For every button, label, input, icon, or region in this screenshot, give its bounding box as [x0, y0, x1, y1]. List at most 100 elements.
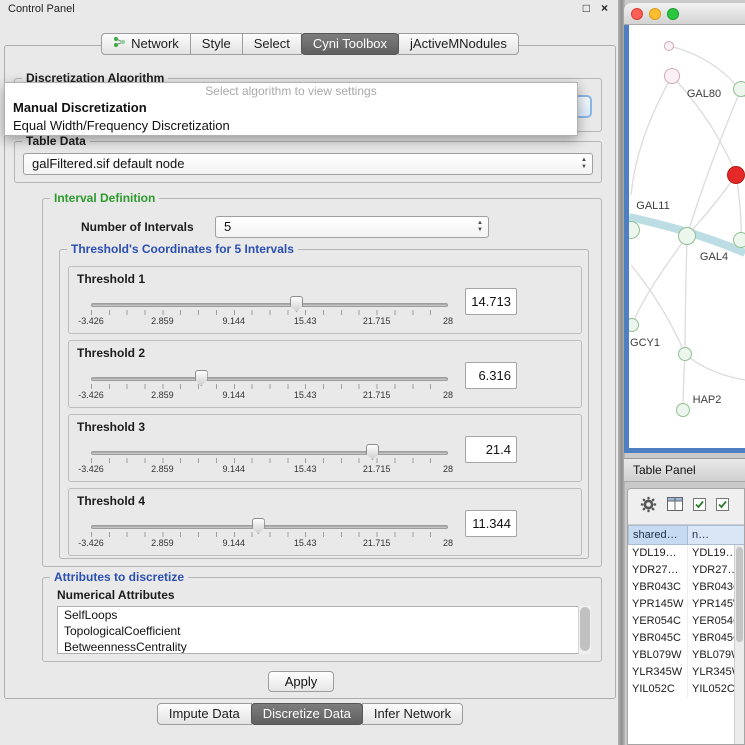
- attribute-list-item[interactable]: SelfLoops: [58, 607, 590, 623]
- number-of-intervals-select[interactable]: 5 ▲▼: [215, 216, 489, 238]
- table-row[interactable]: YBR043CYBR043C: [628, 579, 736, 596]
- network-node[interactable]: [664, 68, 680, 84]
- dropdown-option-equal-width-frequency[interactable]: Equal Width/Frequency Discretization: [5, 117, 577, 135]
- cell-name: YIL052C: [688, 681, 736, 698]
- table-row[interactable]: YBR045CYBR045C: [628, 630, 736, 647]
- node-label: GAL80: [687, 88, 721, 100]
- network-icon: [113, 34, 126, 54]
- tab-style[interactable]: Style: [190, 33, 243, 55]
- table-row[interactable]: YDR27…YDR27…: [628, 562, 736, 579]
- tab-label: Network: [131, 34, 179, 54]
- threshold-1-value-field[interactable]: 14.713: [465, 288, 517, 315]
- numerical-attributes-list[interactable]: SelfLoopsTopologicalCoefficientBetweenne…: [57, 606, 591, 654]
- slider-track[interactable]: [91, 525, 448, 529]
- tick-label: 15.43: [294, 390, 317, 400]
- gear-icon[interactable]: [640, 496, 657, 518]
- table-row[interactable]: YDL19…YDL19…: [628, 545, 736, 562]
- tab-impute-data[interactable]: Impute Data: [157, 703, 252, 725]
- cell-shared-name: YER054C: [628, 613, 688, 630]
- attribute-list-item[interactable]: TopologicalCoefficient: [58, 623, 590, 639]
- apply-button[interactable]: Apply: [268, 671, 334, 692]
- cell-name: YDR27…: [688, 562, 736, 579]
- network-window-titlebar[interactable]: [624, 3, 745, 25]
- network-canvas[interactable]: GAL80GAL11GAL4GCY1HAP2: [629, 25, 745, 448]
- scrollbar-thumb[interactable]: [580, 607, 590, 651]
- network-node[interactable]: [727, 166, 745, 184]
- tab-select[interactable]: Select: [242, 33, 302, 55]
- table-header-row: shared… n…: [628, 525, 745, 545]
- float-window-icon[interactable]: □: [583, 1, 590, 15]
- table-scrollbar[interactable]: [734, 545, 744, 744]
- tick-label: 28: [443, 538, 453, 548]
- slider-ticks: [91, 532, 448, 537]
- table-data-group: Table Data galFiltered.sif default node …: [14, 141, 602, 183]
- network-node[interactable]: [676, 403, 690, 417]
- tab-network[interactable]: Network: [101, 33, 191, 55]
- bottom-tab-bar: Impute Data Discretize Data Infer Networ…: [0, 703, 620, 725]
- table-panel-window: shared… n… YDL19…YDL19…YDR27…YDR27…YBR04…: [627, 488, 745, 745]
- slider-track[interactable]: [91, 377, 448, 381]
- threshold-3-slider[interactable]: -3.4262.8599.14415.4321.71528: [91, 451, 448, 475]
- threshold-4-value-field[interactable]: 11.344: [465, 510, 517, 537]
- tab-jactivemnodules[interactable]: jActiveMNodules: [398, 33, 519, 55]
- slider-track[interactable]: [91, 303, 448, 307]
- select-all-checkbox-icon[interactable]: [693, 498, 706, 516]
- attribute-list-item[interactable]: BetweennessCentrality: [58, 639, 590, 654]
- tick-label: 15.43: [294, 316, 317, 326]
- slider-tick-labels: -3.4262.8599.14415.4321.71528: [91, 538, 448, 549]
- tick-label: 15.43: [294, 538, 317, 548]
- minimize-traffic-light-icon[interactable]: [649, 8, 661, 20]
- tick-label: 15.43: [294, 464, 317, 474]
- column-header-shared-name[interactable]: shared…: [628, 525, 688, 545]
- cell-shared-name: YIL052C: [628, 681, 688, 698]
- zoom-traffic-light-icon[interactable]: [667, 8, 679, 20]
- tick-label: 2.859: [151, 464, 174, 474]
- threshold-2-panel: Threshold 2 -3.4262.8599.14415.4321.7152…: [68, 340, 582, 408]
- tab-label: jActiveMNodules: [410, 34, 507, 54]
- tick-label: 28: [443, 464, 453, 474]
- network-node[interactable]: [678, 227, 696, 245]
- tab-discretize-data[interactable]: Discretize Data: [251, 703, 363, 725]
- node-label: GAL4: [700, 251, 728, 263]
- table-row[interactable]: YBL079WYBL079W: [628, 647, 736, 664]
- table-data-select[interactable]: galFiltered.sif default node ▲▼: [23, 153, 593, 175]
- slider-track[interactable]: [91, 451, 448, 455]
- table-panel-header[interactable]: Table Panel: [624, 458, 745, 482]
- cell-name: YLR345W: [688, 664, 736, 681]
- select-none-checkbox-icon[interactable]: [716, 498, 729, 516]
- tab-label: Infer Network: [374, 704, 451, 724]
- tick-label: 9.144: [223, 464, 246, 474]
- threshold-1-slider[interactable]: -3.4262.8599.14415.4321.71528: [91, 303, 448, 327]
- table-row[interactable]: YPR145WYPR145W: [628, 596, 736, 613]
- threshold-2-slider[interactable]: -3.4262.8599.14415.4321.71528: [91, 377, 448, 401]
- control-panel-titlebar[interactable]: Control Panel □ ×: [0, 0, 620, 18]
- cell-name: YBL079W: [688, 647, 736, 664]
- network-node[interactable]: [678, 347, 692, 361]
- tab-infer-network[interactable]: Infer Network: [362, 703, 463, 725]
- network-node[interactable]: [664, 41, 674, 51]
- tick-label: 21.715: [363, 538, 391, 548]
- node-label: GCY1: [630, 337, 660, 349]
- table-rows: YDL19…YDL19…YDR27…YDR27…YBR043CYBR043CYP…: [628, 545, 736, 744]
- network-node[interactable]: [733, 232, 745, 248]
- close-traffic-light-icon[interactable]: [631, 8, 643, 20]
- table-row[interactable]: YIL052CYIL052C: [628, 681, 736, 698]
- threshold-2-value-field[interactable]: 6.316: [465, 362, 517, 389]
- attributes-scrollbar[interactable]: [578, 606, 591, 654]
- combo-stepper-icon[interactable]: ▲▼: [581, 157, 587, 171]
- group-title: Threshold's Coordinates for 5 Intervals: [67, 242, 298, 256]
- network-node[interactable]: [733, 81, 745, 97]
- tab-cyni-toolbox[interactable]: Cyni Toolbox: [301, 33, 399, 55]
- table-row[interactable]: YER054CYER054C: [628, 613, 736, 630]
- number-of-intervals-label: Number of Intervals: [81, 220, 194, 234]
- threshold-3-value-field[interactable]: 21.4: [465, 436, 517, 463]
- dropdown-option-manual-discretization[interactable]: Manual Discretization: [5, 99, 577, 117]
- table-row[interactable]: YLR345WYLR345W: [628, 664, 736, 681]
- close-icon[interactable]: ×: [601, 1, 608, 15]
- threshold-4-slider[interactable]: -3.4262.8599.14415.4321.71528: [91, 525, 448, 549]
- column-header-name[interactable]: n…: [688, 525, 745, 545]
- columns-icon[interactable]: [667, 497, 683, 516]
- scrollbar-thumb[interactable]: [736, 547, 743, 642]
- combo-stepper-icon[interactable]: ▲▼: [477, 220, 483, 234]
- attributes-to-discretize-group: Attributes to discretize Numerical Attri…: [42, 577, 602, 662]
